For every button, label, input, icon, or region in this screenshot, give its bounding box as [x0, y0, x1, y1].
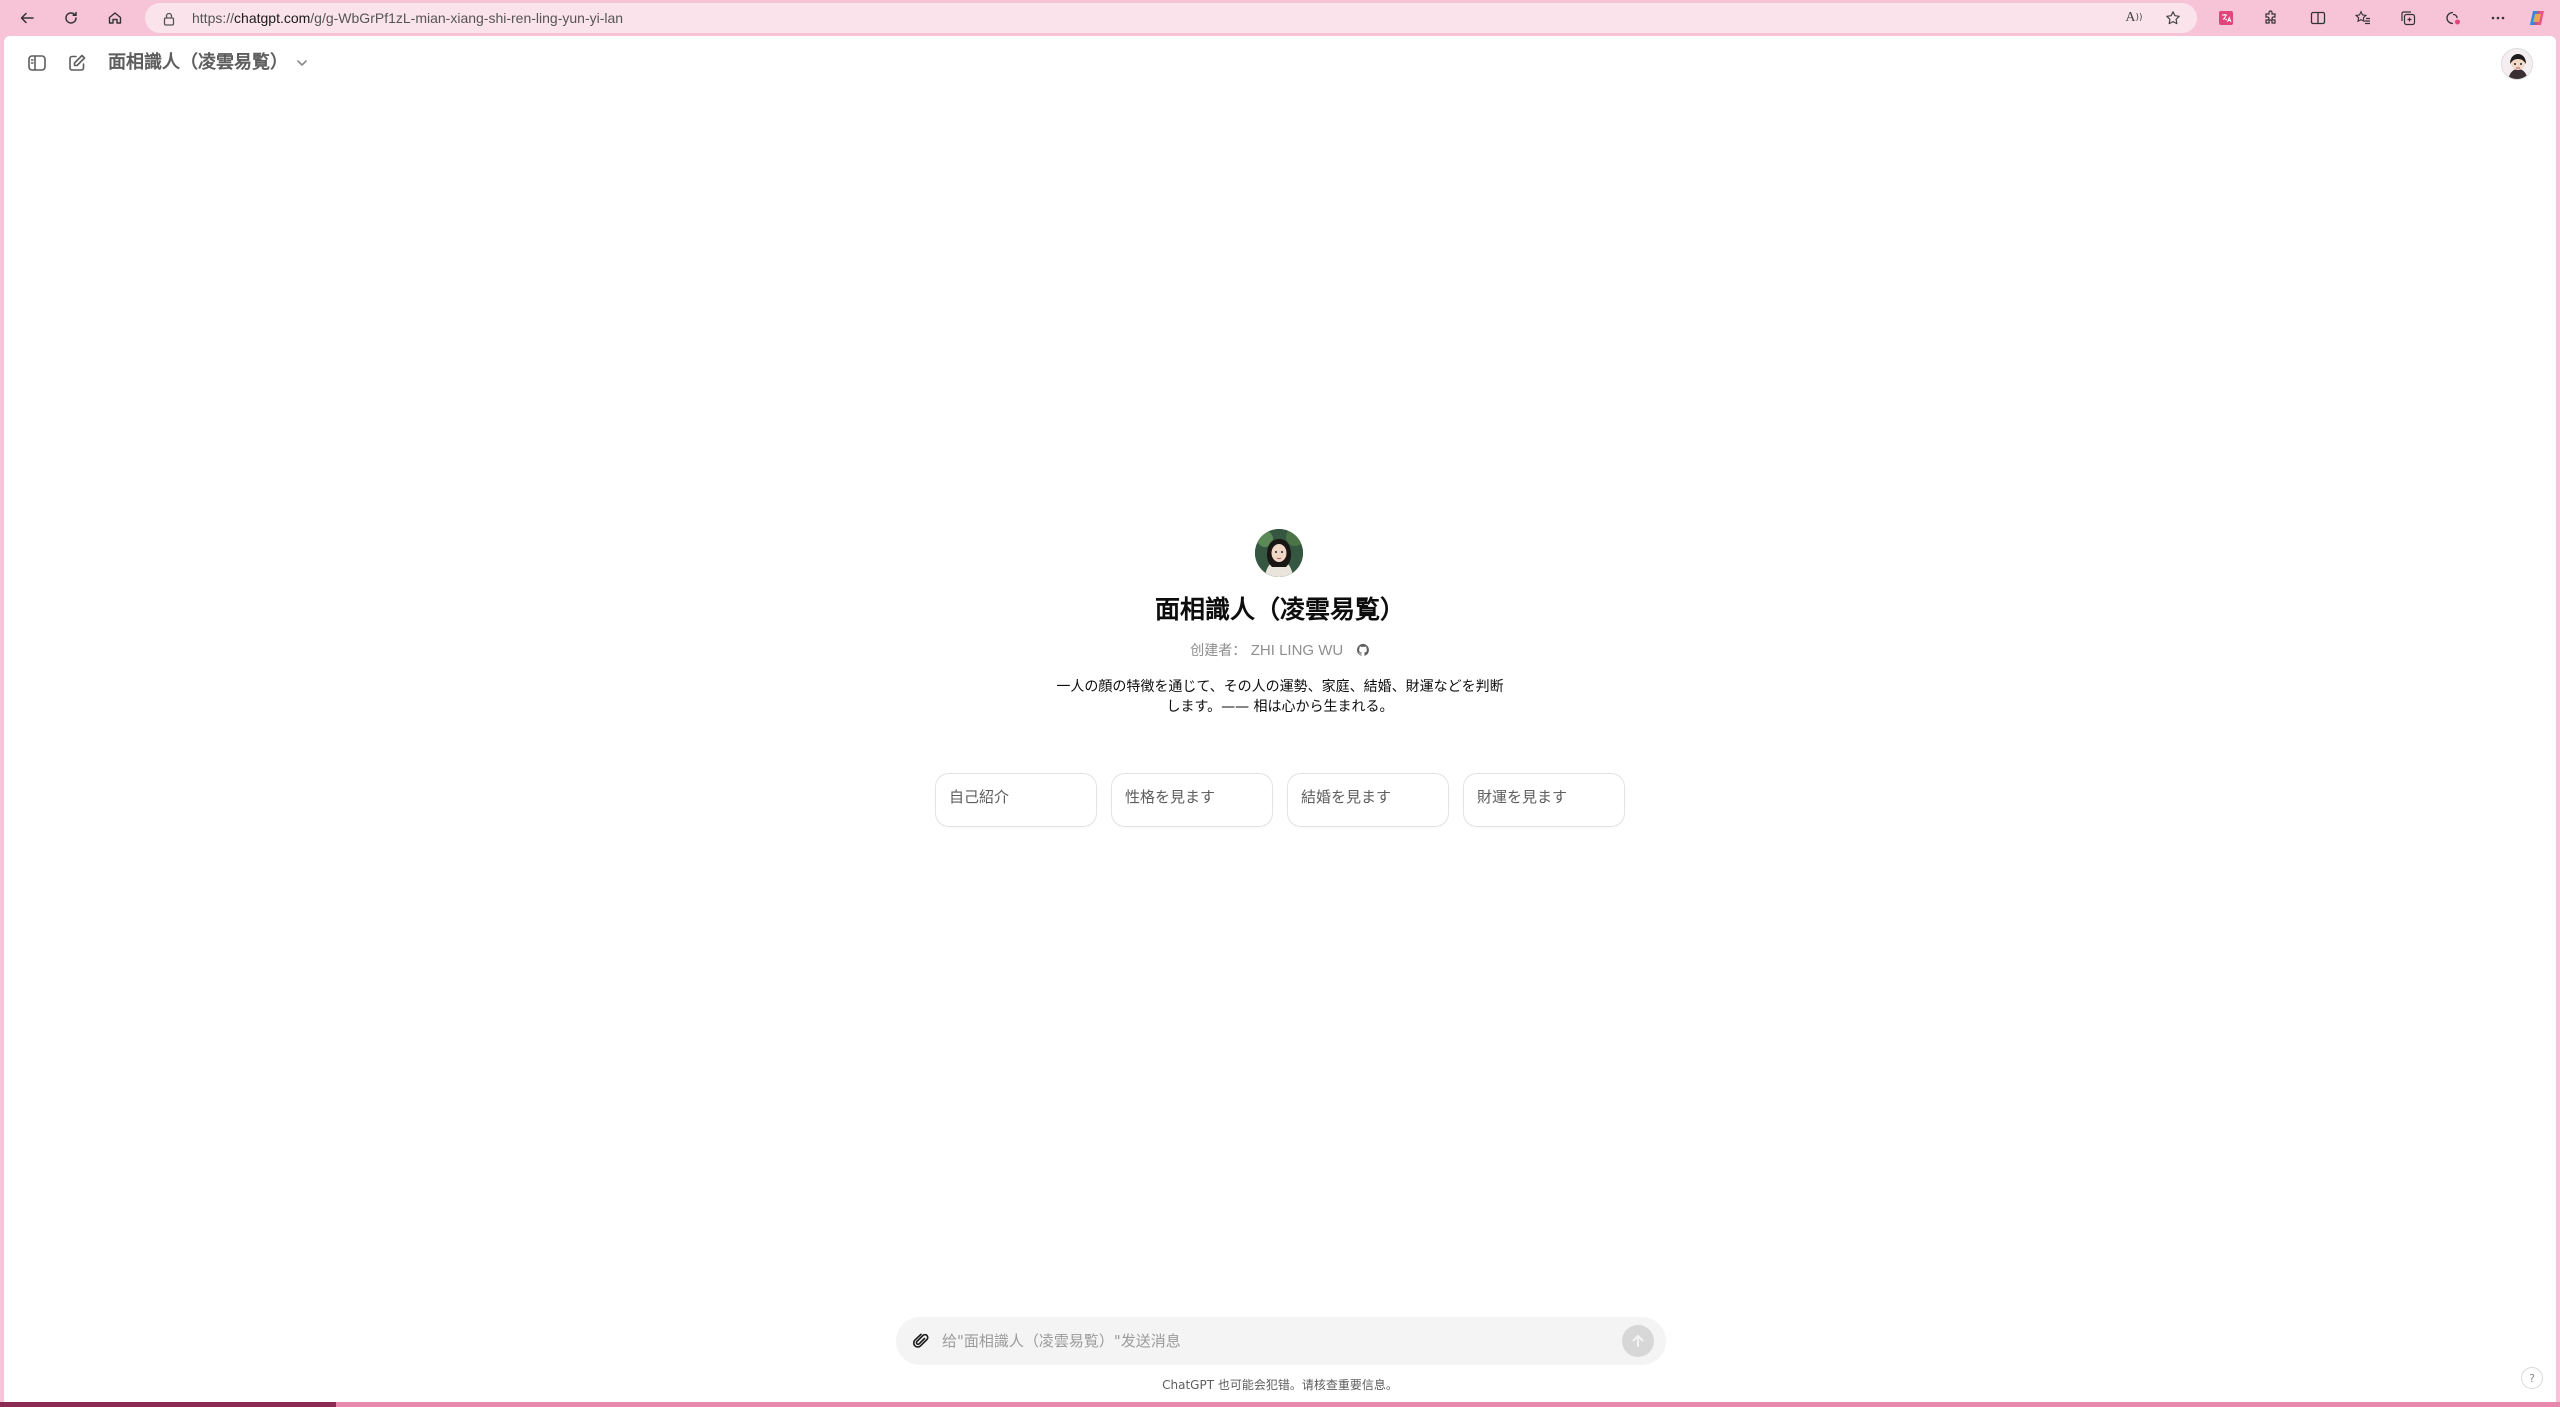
lock-icon[interactable] — [163, 11, 175, 30]
creator-line: 创建者： ZHI LING WU — [4, 640, 2556, 661]
sidebar-toggle-icon[interactable] — [24, 50, 50, 76]
message-input[interactable] — [942, 1325, 1582, 1357]
url-scheme: https:// — [192, 10, 235, 26]
starter-card[interactable]: 自己紹介 — [935, 773, 1097, 827]
url-path: /g/g-WbGrPf1zL-mian-xiang-shi-ren-ling-y… — [310, 10, 624, 26]
arrow-up-icon — [1632, 1335, 1644, 1347]
browser-essentials-icon[interactable] — [2442, 7, 2464, 29]
taskbar-strip — [0, 1402, 2560, 1407]
paperclip-icon[interactable] — [910, 1330, 932, 1352]
collections-icon[interactable] — [2397, 7, 2419, 29]
creator-name[interactable]: ZHI LING WU — [1251, 642, 1344, 659]
new-chat-icon[interactable] — [64, 50, 90, 76]
read-aloud-label: A — [2125, 10, 2136, 25]
send-button[interactable] — [1622, 1325, 1654, 1357]
github-icon[interactable] — [1356, 643, 1370, 661]
starter-card[interactable]: 性格を見ます — [1111, 773, 1273, 827]
browser-toolbar: https://chatgpt.com/g/g-WbGrPf1zL-mian-x… — [0, 0, 2560, 36]
gpt-description: 一人の顔の特徴を通じて、その人の運勢、家庭、結婚、財運などを判断します。—— 相… — [1056, 679, 1504, 715]
disclaimer-text: ChatGPT 也可能会犯错。请核查重要信息。 — [1162, 1378, 1398, 1392]
message-composer — [896, 1317, 1666, 1365]
translate-icon[interactable] — [2215, 7, 2237, 29]
starter-card[interactable]: 財運を見ます — [1463, 773, 1625, 827]
favorites-icon[interactable] — [2352, 7, 2374, 29]
chatgpt-page: 面相識人（凌雲易覧） 面相識人（凌雲易覧） 创建者： ZHI LING WU 一… — [4, 36, 2556, 1402]
read-aloud-icon[interactable]: A)) — [2125, 9, 2143, 27]
home-icon[interactable] — [102, 5, 128, 31]
creator-label: 创建者： — [1190, 643, 1247, 659]
help-button[interactable]: ? — [2521, 1367, 2543, 1389]
copilot-icon[interactable] — [2526, 7, 2548, 29]
extensions-icon[interactable] — [2260, 7, 2282, 29]
gpt-title-dropdown[interactable]: 面相識人（凌雲易覧） — [108, 50, 288, 76]
refresh-icon[interactable] — [58, 5, 84, 31]
favorite-star-icon[interactable] — [2164, 9, 2182, 27]
address-bar[interactable]: https://chatgpt.com/g/g-WbGrPf1zL-mian-x… — [145, 3, 2197, 33]
gpt-avatar — [1255, 529, 1303, 577]
more-icon[interactable] — [2487, 7, 2509, 29]
url-text[interactable]: https://chatgpt.com/g/g-WbGrPf1zL-mian-x… — [192, 3, 623, 33]
conversation-starters: 自己紹介 性格を見ます 結婚を見ます 財運を見ます — [935, 773, 1627, 827]
user-avatar[interactable] — [2501, 48, 2533, 80]
starter-card[interactable]: 結婚を見ます — [1287, 773, 1449, 827]
back-icon[interactable] — [14, 5, 40, 31]
gpt-name: 面相識人（凌雲易覧） — [1154, 595, 1405, 624]
url-host: chatgpt.com — [234, 10, 311, 26]
split-screen-icon[interactable] — [2307, 7, 2329, 29]
taskbar-active-segment — [0, 1402, 336, 1407]
chevron-down-icon[interactable] — [294, 55, 310, 71]
